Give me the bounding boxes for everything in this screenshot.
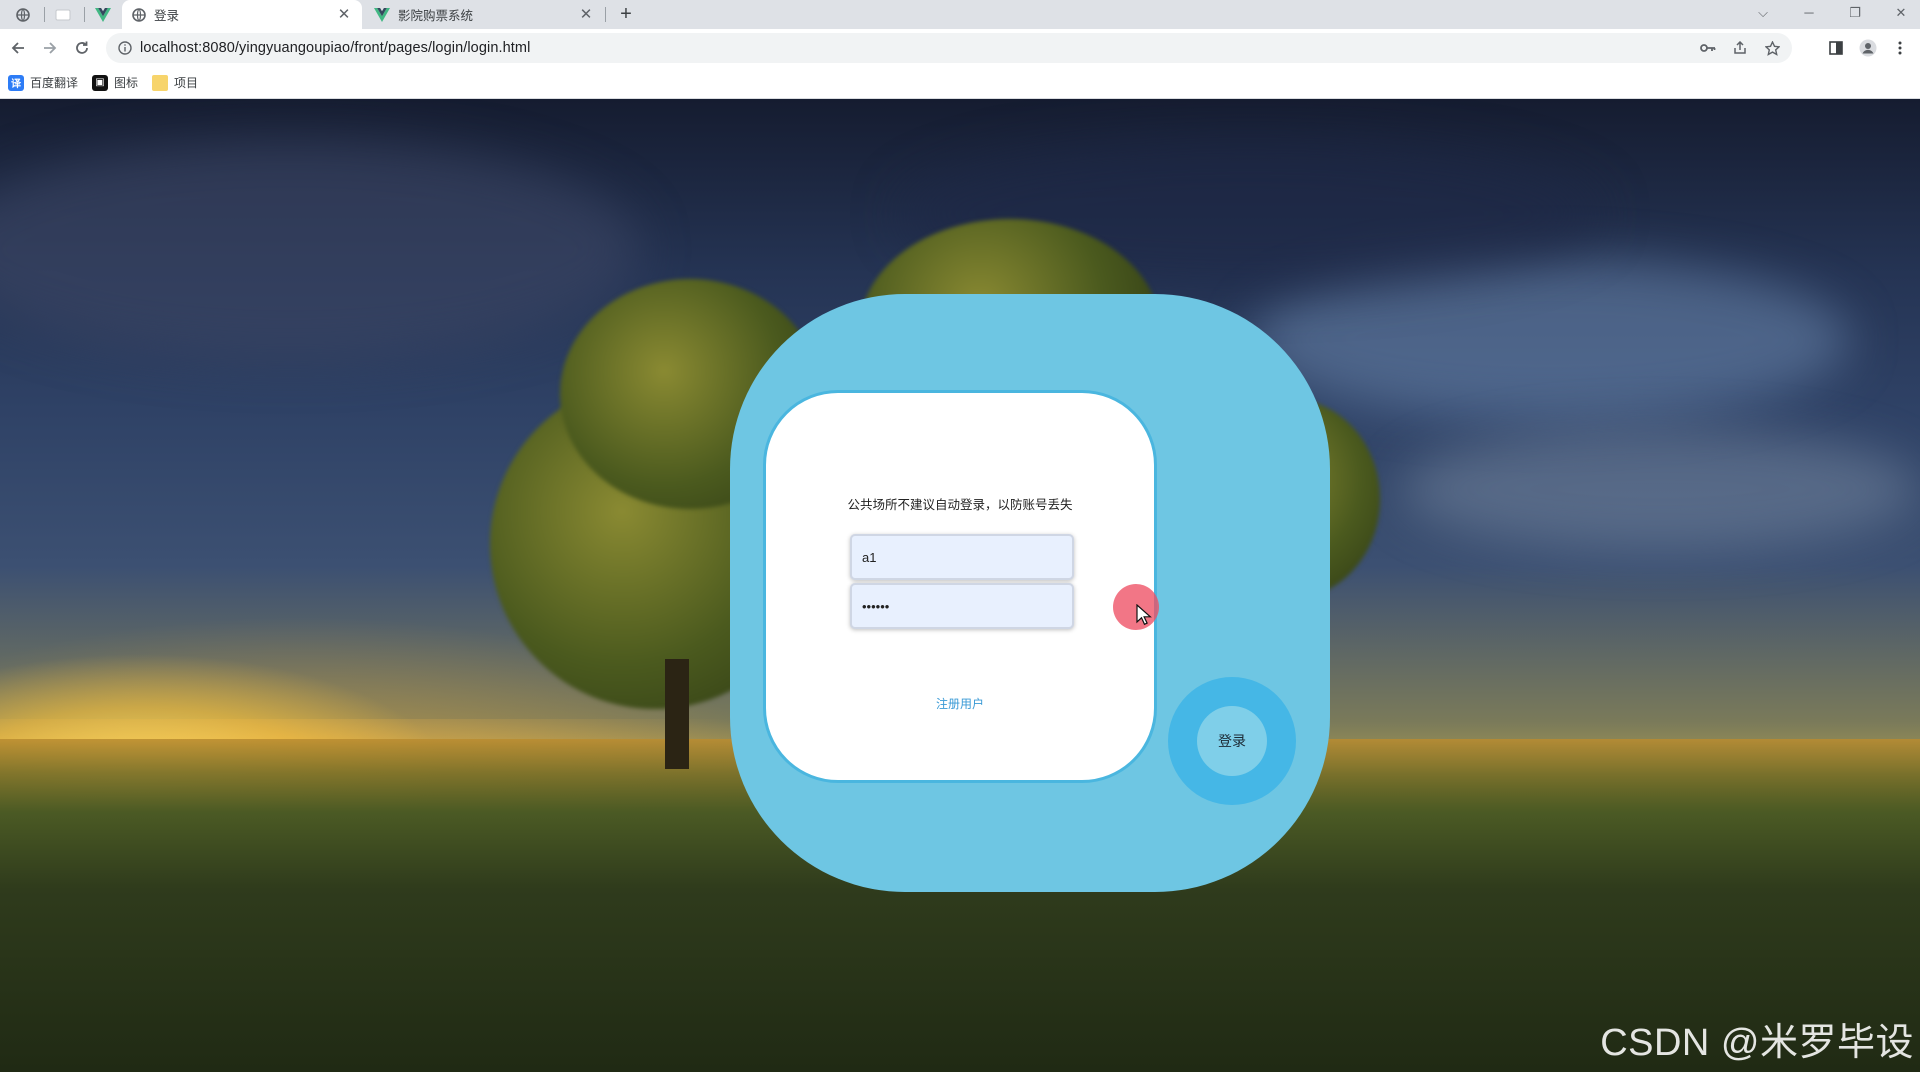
tab-cinema-system[interactable]: 影院购票系统 ✕ bbox=[364, 0, 604, 29]
close-icon: ✕ bbox=[1895, 5, 1907, 20]
bookmark-icons[interactable]: ▣ 图标 bbox=[92, 74, 138, 91]
login-button-label: 登录 bbox=[1197, 706, 1267, 776]
csdn-watermark: CSDN @米罗毕设 bbox=[1600, 1022, 1914, 1064]
arrow-right-icon bbox=[44, 42, 57, 54]
pinned-tab-globe[interactable] bbox=[8, 4, 38, 26]
close-window-button[interactable]: ✕ bbox=[1886, 2, 1916, 24]
restore-icon: ❐ bbox=[1849, 5, 1861, 20]
baidu-translate-icon: 译 bbox=[8, 74, 24, 91]
address-url: localhost:8080/yingyuangoupiao/front/pag… bbox=[140, 40, 531, 56]
new-tab-button[interactable]: + bbox=[614, 3, 638, 27]
arrow-left-icon bbox=[11, 42, 24, 54]
bookmark-folder-projects[interactable]: 项目 bbox=[152, 74, 198, 91]
blank-page-icon bbox=[55, 9, 71, 21]
bookmark-label: 项目 bbox=[174, 76, 199, 90]
bookmarks-bar: 译 百度翻译 ▣ 图标 项目 bbox=[0, 67, 1920, 99]
tab-search-button[interactable]: ⌵ bbox=[1748, 2, 1778, 24]
globe-icon bbox=[132, 7, 146, 22]
bookmark-baidu-translate[interactable]: 译 百度翻译 bbox=[8, 74, 78, 91]
tab-login[interactable]: 登录 ✕ bbox=[122, 0, 362, 29]
chevron-down-icon: ⌵ bbox=[1758, 5, 1768, 20]
username-input[interactable] bbox=[850, 534, 1074, 580]
close-icon[interactable]: ✕ bbox=[578, 6, 594, 23]
tab-separator bbox=[44, 7, 45, 22]
more-menu-icon[interactable] bbox=[1886, 36, 1914, 60]
vue-logo-icon bbox=[374, 7, 390, 22]
reload-button[interactable] bbox=[68, 34, 96, 62]
login-form-panel: 公共场所不建议自动登录，以防账号丢失 注册用户 bbox=[763, 390, 1157, 783]
pinned-tab-vue[interactable] bbox=[88, 4, 118, 26]
login-outer-card: 公共场所不建议自动登录，以防账号丢失 注册用户 登录 bbox=[730, 294, 1330, 892]
tab-title: 登录 bbox=[154, 9, 180, 23]
globe-icon bbox=[16, 8, 30, 22]
address-bar[interactable]: localhost:8080/yingyuangoupiao/front/pag… bbox=[106, 33, 1792, 63]
share-icon[interactable] bbox=[1726, 36, 1754, 60]
tab-separator bbox=[84, 7, 85, 22]
password-input[interactable] bbox=[850, 583, 1074, 629]
tab-strip: 登录 ✕ 影院购票系统 ✕ + ⌵ ─ ❐ ✕ bbox=[0, 0, 1920, 29]
image-icon: ▣ bbox=[92, 74, 109, 91]
minimize-button[interactable]: ─ bbox=[1794, 2, 1824, 24]
minimize-icon: ─ bbox=[1804, 5, 1814, 20]
bookmark-label: 百度翻译 bbox=[30, 76, 79, 90]
tab-separator bbox=[605, 7, 606, 22]
tab-title: 影院购票系统 bbox=[398, 9, 474, 23]
site-info-icon[interactable] bbox=[110, 33, 140, 63]
bookmark-label: 图标 bbox=[114, 76, 139, 90]
login-button[interactable]: 登录 bbox=[1168, 677, 1296, 805]
browser-toolbar: localhost:8080/yingyuangoupiao/front/pag… bbox=[0, 29, 1920, 67]
back-button[interactable] bbox=[4, 34, 32, 62]
folder-icon bbox=[152, 74, 169, 91]
pinned-tab-blank[interactable] bbox=[48, 4, 78, 26]
side-panel-icon[interactable] bbox=[1822, 36, 1850, 60]
reload-icon bbox=[76, 41, 88, 54]
mouse-pointer-icon bbox=[1136, 604, 1152, 626]
profile-avatar-icon[interactable] bbox=[1854, 36, 1882, 60]
star-icon[interactable] bbox=[1758, 36, 1786, 60]
auto-login-notice: 公共场所不建议自动登录，以防账号丢失 bbox=[847, 498, 1073, 512]
forward-button[interactable] bbox=[36, 34, 64, 62]
key-icon[interactable] bbox=[1694, 36, 1722, 60]
vue-logo-icon bbox=[95, 8, 111, 22]
close-icon[interactable]: ✕ bbox=[336, 6, 352, 23]
register-user-link[interactable]: 注册用户 bbox=[766, 695, 1154, 712]
page-viewport: 公共场所不建议自动登录，以防账号丢失 注册用户 登录 CSDN @米罗毕设 bbox=[0, 99, 1920, 1072]
restore-button[interactable]: ❐ bbox=[1840, 2, 1870, 24]
